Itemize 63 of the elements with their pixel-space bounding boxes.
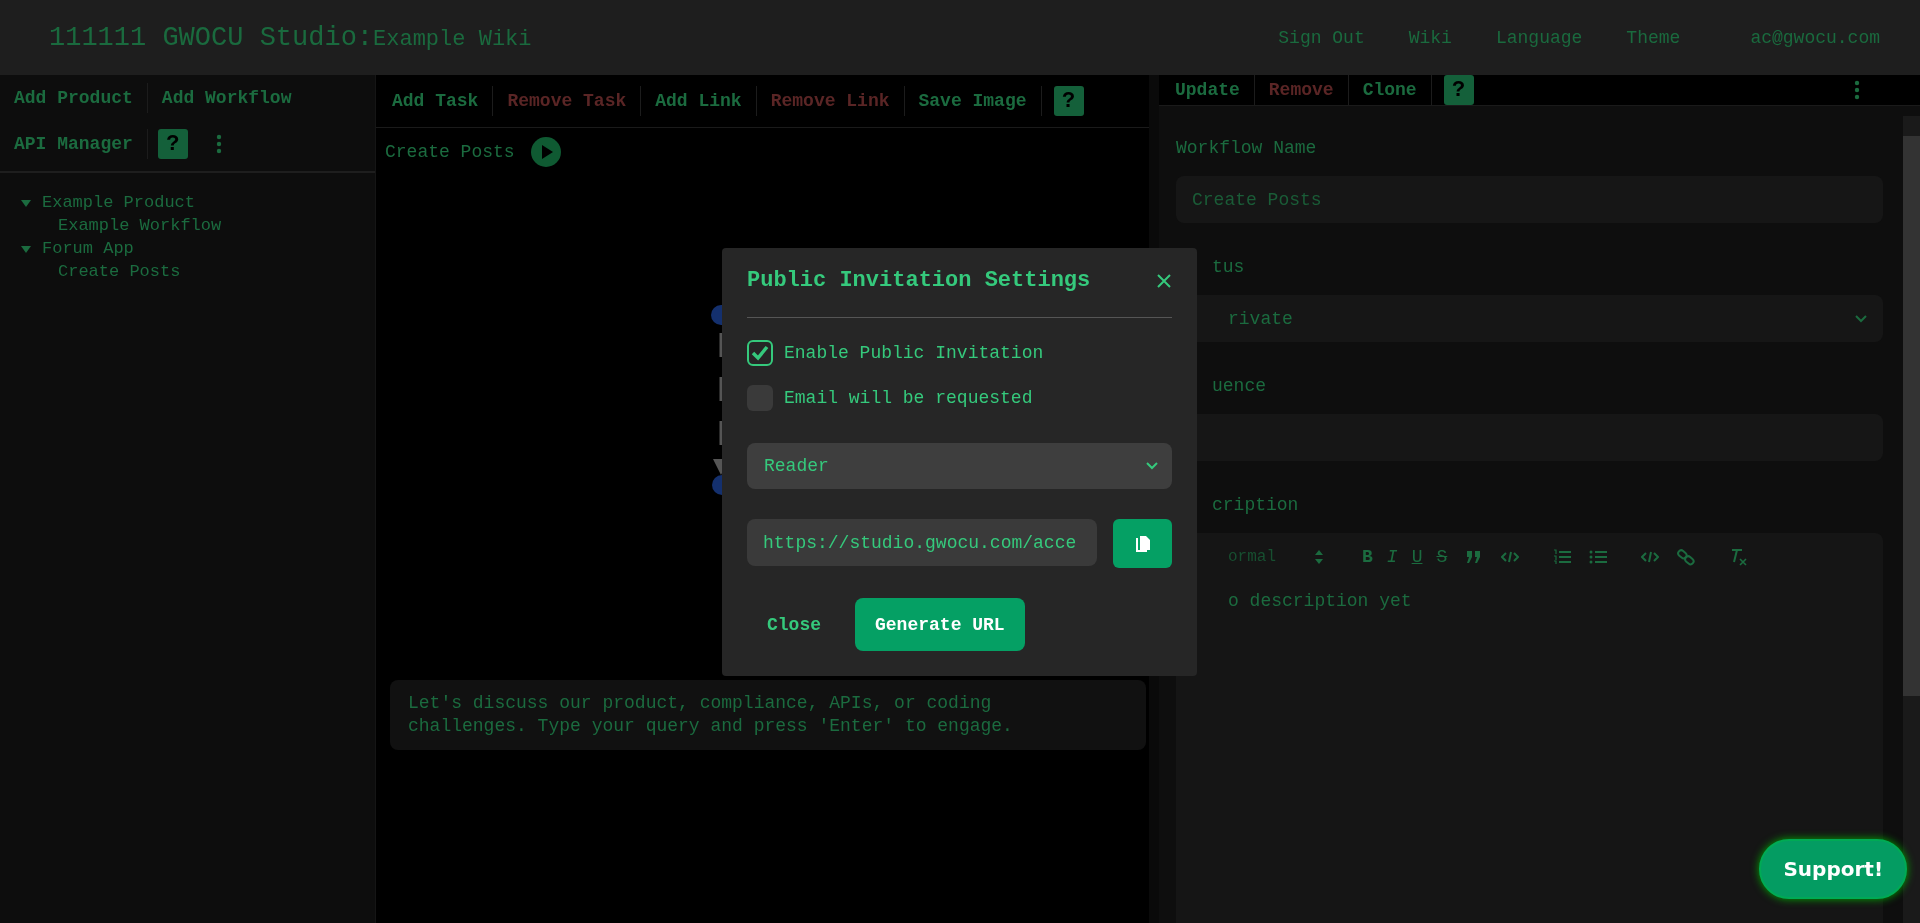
more-icon[interactable]	[1854, 80, 1860, 100]
format-button[interactable]: U	[1411, 547, 1423, 567]
checkbox-label: Enable Public Invitation	[784, 343, 1044, 363]
field-label: uence	[1211, 376, 1267, 396]
ordered-list-icon[interactable]	[1553, 549, 1572, 565]
generate-url-button[interactable]: Generate URL	[855, 598, 1025, 651]
close-icon[interactable]	[1156, 272, 1172, 289]
toolbar-button[interactable]: API Manager	[0, 129, 148, 159]
role-select[interactable]: Reader	[747, 443, 1172, 489]
checkbox[interactable]	[747, 340, 773, 366]
toolbar-button[interactable]: Add Link	[641, 86, 757, 116]
chevron-down-icon	[1146, 462, 1158, 470]
input-field[interactable]: Create Posts	[1176, 176, 1883, 223]
toolbar-button[interactable]: Remove	[1254, 75, 1349, 105]
nav-link[interactable]: Theme	[1626, 27, 1681, 48]
nav-link[interactable]: Language	[1495, 27, 1583, 48]
format-dropdown[interactable]: ormal	[1228, 548, 1276, 566]
dialog-title: Public Invitation Settings	[747, 268, 1091, 293]
workflow-name: Create Posts	[385, 142, 515, 162]
toolbar-button[interactable]: Add Workflow	[147, 83, 306, 113]
copy-button[interactable]	[1113, 519, 1172, 568]
help-button[interactable]: ?	[1443, 75, 1474, 105]
field-label: cription	[1211, 495, 1300, 515]
bullet-list-icon[interactable]	[1589, 549, 1608, 565]
url-field[interactable]: https://studio.gwocu.com/acce	[747, 519, 1097, 566]
help-button[interactable]: ?	[157, 129, 188, 159]
format-button[interactable]: I	[1386, 547, 1398, 567]
field-label: tus	[1211, 257, 1246, 277]
app-title: 111111 GWOCU Studio:	[49, 22, 374, 53]
close-button[interactable]: Close	[767, 614, 821, 635]
toolbar-button[interactable]: Add Task	[378, 86, 494, 116]
checkbox-label: Email will be requested	[784, 388, 1033, 408]
scrollbar[interactable]	[1903, 116, 1920, 923]
nav-link[interactable]: ac@gwocu.com	[1750, 27, 1880, 48]
nav-link[interactable]: Sign Out	[1278, 27, 1365, 48]
toolbar-button[interactable]: Add Product	[0, 83, 148, 113]
toolbar-button[interactable]: Update	[1161, 75, 1255, 105]
toolbar-button[interactable]: Remove Link	[756, 86, 905, 116]
description-text[interactable]: o description yet	[1228, 591, 1883, 611]
play-button[interactable]	[530, 137, 561, 167]
format-button[interactable]: B	[1362, 547, 1373, 567]
toolbar-button[interactable]: Remove Task	[493, 86, 642, 116]
nav-link[interactable]: Wiki	[1408, 27, 1452, 48]
link-icon[interactable]	[1677, 548, 1696, 566]
sort-icon	[1314, 549, 1324, 565]
support-button[interactable]: Support!	[1759, 839, 1907, 899]
tree-item[interactable]: Create Posts	[58, 262, 181, 281]
format-button[interactable]: S	[1436, 547, 1448, 567]
chevron-down-icon	[1855, 314, 1867, 323]
code-block-icon[interactable]	[1641, 550, 1660, 564]
tree-item[interactable]: Example Workflow	[58, 216, 222, 235]
wiki-title: Example Wiki	[373, 26, 532, 52]
more-icon[interactable]	[215, 134, 222, 154]
tree-item[interactable]: Forum App	[42, 237, 134, 260]
help-button[interactable]: ?	[1053, 86, 1084, 116]
toolbar-button[interactable]: Clone	[1348, 75, 1432, 105]
tree-item[interactable]: Example Product	[42, 191, 196, 214]
copy-icon	[1134, 534, 1151, 553]
code-icon[interactable]	[1501, 550, 1520, 564]
chat-message: Let's discuss our product, compliance, APIs, or coding challenges. Type your query and press 'Enter' to engage.	[390, 680, 1146, 750]
field-label: Workflow Name	[1176, 138, 1318, 158]
clear-format-icon[interactable]	[1729, 548, 1748, 566]
toolbar-button[interactable]: Save Image	[904, 86, 1042, 116]
